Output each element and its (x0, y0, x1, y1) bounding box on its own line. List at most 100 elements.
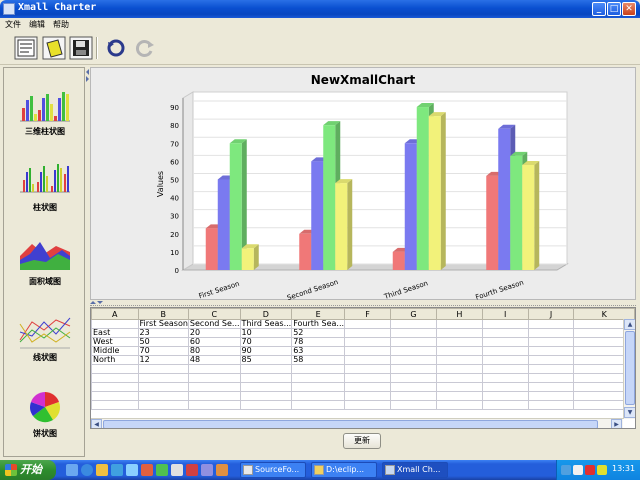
open-button[interactable] (40, 34, 68, 62)
table-cell[interactable]: 63 (291, 346, 346, 356)
table-cell[interactable]: West (91, 337, 139, 347)
table-cell[interactable]: 23 (137, 328, 189, 338)
table-cell[interactable] (481, 382, 529, 392)
table-cell[interactable] (481, 364, 529, 374)
task-sourceforge[interactable]: SourceFo... (240, 462, 306, 478)
bar-east-3[interactable] (392, 251, 405, 270)
menu-help[interactable]: 帮助 (53, 19, 69, 30)
split-bar[interactable] (90, 300, 636, 306)
table-cell[interactable] (239, 373, 293, 383)
bar-west-1[interactable] (217, 179, 230, 270)
bar-middle-2[interactable] (323, 125, 336, 270)
table-cell[interactable]: 48 (187, 355, 241, 365)
table-cell[interactable] (389, 391, 437, 401)
maximize-button[interactable]: □ (607, 2, 621, 16)
table-cell[interactable]: 52 (291, 328, 346, 338)
table-cell[interactable] (435, 319, 483, 329)
table-cell[interactable] (344, 400, 391, 410)
table-cell[interactable] (344, 382, 391, 392)
close-button[interactable]: ✕ (622, 2, 636, 16)
bar-west-3[interactable] (404, 143, 417, 270)
column-header[interactable]: K (573, 308, 635, 320)
table-cell[interactable] (527, 400, 575, 410)
horizontal-scrollbar[interactable]: ◀ ▶ (91, 418, 623, 428)
table-cell[interactable] (389, 337, 437, 347)
table-cell[interactable] (389, 346, 437, 356)
table-cell[interactable] (344, 328, 391, 338)
table-cell[interactable] (389, 364, 437, 374)
table-cell[interactable]: 20 (187, 328, 241, 338)
table-cell[interactable] (291, 391, 346, 401)
table-cell[interactable] (527, 319, 575, 329)
redo-button[interactable] (131, 34, 159, 62)
table-cell[interactable]: 78 (291, 337, 346, 347)
bar-north-3[interactable] (428, 116, 441, 271)
table-cell[interactable] (389, 355, 437, 365)
collapse-left-icon[interactable] (86, 69, 89, 75)
table-cell[interactable] (239, 391, 293, 401)
table-cell[interactable]: 50 (137, 337, 189, 347)
table-cell[interactable] (291, 364, 346, 374)
bar-middle-1[interactable] (229, 143, 242, 270)
chart-type-line[interactable]: 线状图 (4, 312, 86, 382)
app-shortcut-icon[interactable] (171, 464, 183, 476)
scroll-down-icon[interactable]: ▼ (624, 407, 635, 418)
vertical-scrollbar[interactable]: ▲ ▼ (623, 319, 635, 419)
title-bar[interactable]: Xmall Charter _ □ ✕ (0, 0, 640, 18)
table-cell[interactable] (481, 391, 529, 401)
bar-west-2[interactable] (311, 161, 324, 270)
column-header[interactable]: A (91, 308, 139, 320)
table-cell[interactable] (435, 337, 483, 347)
bar-east-2[interactable] (299, 233, 312, 270)
horizontal-scroll-thumb[interactable] (103, 420, 598, 428)
table-cell[interactable]: Middle (91, 346, 139, 356)
table-cell[interactable] (435, 364, 483, 374)
bar-middle-3[interactable] (416, 107, 429, 270)
start-button[interactable]: 开始 (0, 460, 56, 480)
column-header[interactable]: F (344, 308, 391, 320)
table-cell[interactable] (91, 364, 139, 374)
network-icon[interactable] (561, 465, 571, 475)
task-eclipse-folder[interactable]: D:\eclip... (311, 462, 377, 478)
table-cell[interactable] (527, 346, 575, 356)
table-cell[interactable] (527, 328, 575, 338)
app-shortcut-icon[interactable] (216, 464, 228, 476)
table-cell[interactable] (435, 391, 483, 401)
bar-north-1[interactable] (241, 248, 254, 270)
app-shortcut-icon[interactable] (201, 464, 213, 476)
table-cell[interactable] (481, 400, 529, 410)
vertical-scroll-thumb[interactable] (625, 331, 635, 405)
table-cell[interactable]: Third Seas... (239, 319, 293, 329)
volume-icon[interactable] (597, 465, 607, 475)
column-header[interactable]: B (137, 308, 189, 320)
bar-east-1[interactable] (205, 228, 218, 270)
table-cell[interactable] (389, 328, 437, 338)
table-cell[interactable] (527, 355, 575, 365)
table-cell[interactable] (435, 328, 483, 338)
app-shortcut-icon[interactable] (156, 464, 168, 476)
chart-type-bar[interactable]: 柱状图 (4, 162, 86, 232)
table-cell[interactable]: 90 (239, 346, 293, 356)
table-cell[interactable] (481, 355, 529, 365)
table-cell[interactable] (137, 364, 189, 374)
table-cell[interactable] (389, 319, 437, 329)
table-cell[interactable] (91, 391, 139, 401)
table-cell[interactable] (344, 319, 391, 329)
table-cell[interactable] (527, 364, 575, 374)
table-cell[interactable] (389, 373, 437, 383)
app-shortcut-icon[interactable] (141, 464, 153, 476)
table-cell[interactable]: North (91, 355, 139, 365)
table-cell[interactable]: 12 (137, 355, 189, 365)
table-cell[interactable]: 80 (187, 346, 241, 356)
table-cell[interactable] (187, 400, 241, 410)
column-header[interactable]: D (239, 308, 293, 320)
table-cell[interactable] (239, 400, 293, 410)
minimize-button[interactable]: _ (592, 2, 606, 16)
undo-button[interactable] (102, 34, 130, 62)
chart-type-pie[interactable]: 饼状图 (4, 388, 86, 458)
bar-north-2[interactable] (335, 183, 348, 270)
refresh-button[interactable]: 更新 (343, 433, 381, 449)
table-cell[interactable] (527, 391, 575, 401)
table-cell[interactable]: 58 (291, 355, 346, 365)
table-cell[interactable]: East (91, 328, 139, 338)
